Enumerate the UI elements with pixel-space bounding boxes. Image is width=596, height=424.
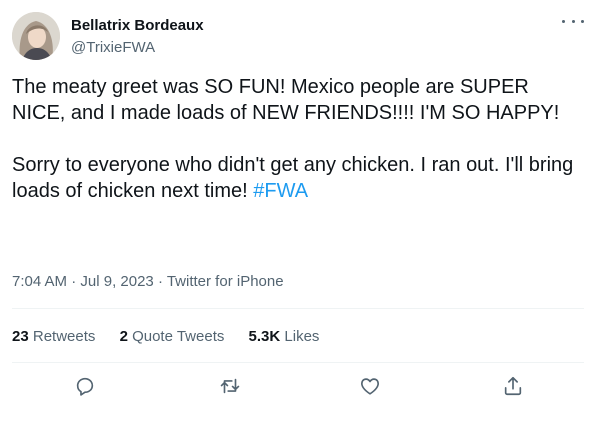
- reply-icon: [76, 377, 94, 396]
- tweet-card: Bellatrix Bordeaux @TrixieFWA The meaty …: [0, 0, 596, 424]
- likes-count: 5.3K: [248, 328, 281, 345]
- tweet-stats: 23 Retweets 2 Quote Tweets 5.3K Likes: [12, 328, 339, 346]
- quote-tweets-stat[interactable]: 2 Quote Tweets: [120, 328, 225, 345]
- heart-icon: [361, 378, 379, 395]
- author-handle[interactable]: @TrixieFWA: [71, 39, 155, 57]
- share-button[interactable]: [500, 373, 526, 399]
- tweet-time[interactable]: 7:04 AM: [12, 273, 67, 290]
- divider: [12, 362, 584, 363]
- quote-tweets-label: Quote Tweets: [132, 328, 225, 345]
- meta-separator: ·: [153, 273, 167, 290]
- likes-stat[interactable]: 5.3K Likes: [249, 328, 320, 345]
- retweet-button[interactable]: [217, 373, 243, 399]
- author-name[interactable]: Bellatrix Bordeaux: [71, 17, 204, 35]
- more-icon[interactable]: [562, 14, 584, 28]
- retweets-label: Retweets: [32, 328, 96, 345]
- tweet-date[interactable]: Jul 9, 2023: [80, 273, 153, 290]
- hashtag-link[interactable]: #FWA: [253, 180, 308, 202]
- retweets-stat[interactable]: 23 Retweets: [12, 328, 95, 345]
- retweet-icon: [220, 378, 240, 394]
- tweet-text-paragraph-2: Sorry to everyone who didn't get any chi…: [12, 152, 584, 204]
- reply-button[interactable]: [72, 373, 98, 399]
- likes-label: Likes: [284, 328, 320, 345]
- share-icon: [504, 376, 522, 396]
- tweet-text-paragraph-1: The meaty greet was SO FUN! Mexico peopl…: [12, 76, 560, 124]
- tweet-source[interactable]: Twitter for iPhone: [167, 273, 284, 290]
- quote-tweets-count: 2: [119, 328, 128, 345]
- divider: [12, 308, 584, 309]
- meta-separator: ·: [67, 273, 81, 290]
- avatar[interactable]: [12, 12, 60, 60]
- tweet-text: The meaty greet was SO FUN! Mexico peopl…: [12, 74, 584, 204]
- tweet-meta: 7:04 AM · Jul 9, 2023 · Twitter for iPho…: [12, 273, 284, 291]
- avatar-image: [12, 12, 60, 60]
- like-button[interactable]: [357, 373, 383, 399]
- retweets-count: 23: [12, 328, 29, 345]
